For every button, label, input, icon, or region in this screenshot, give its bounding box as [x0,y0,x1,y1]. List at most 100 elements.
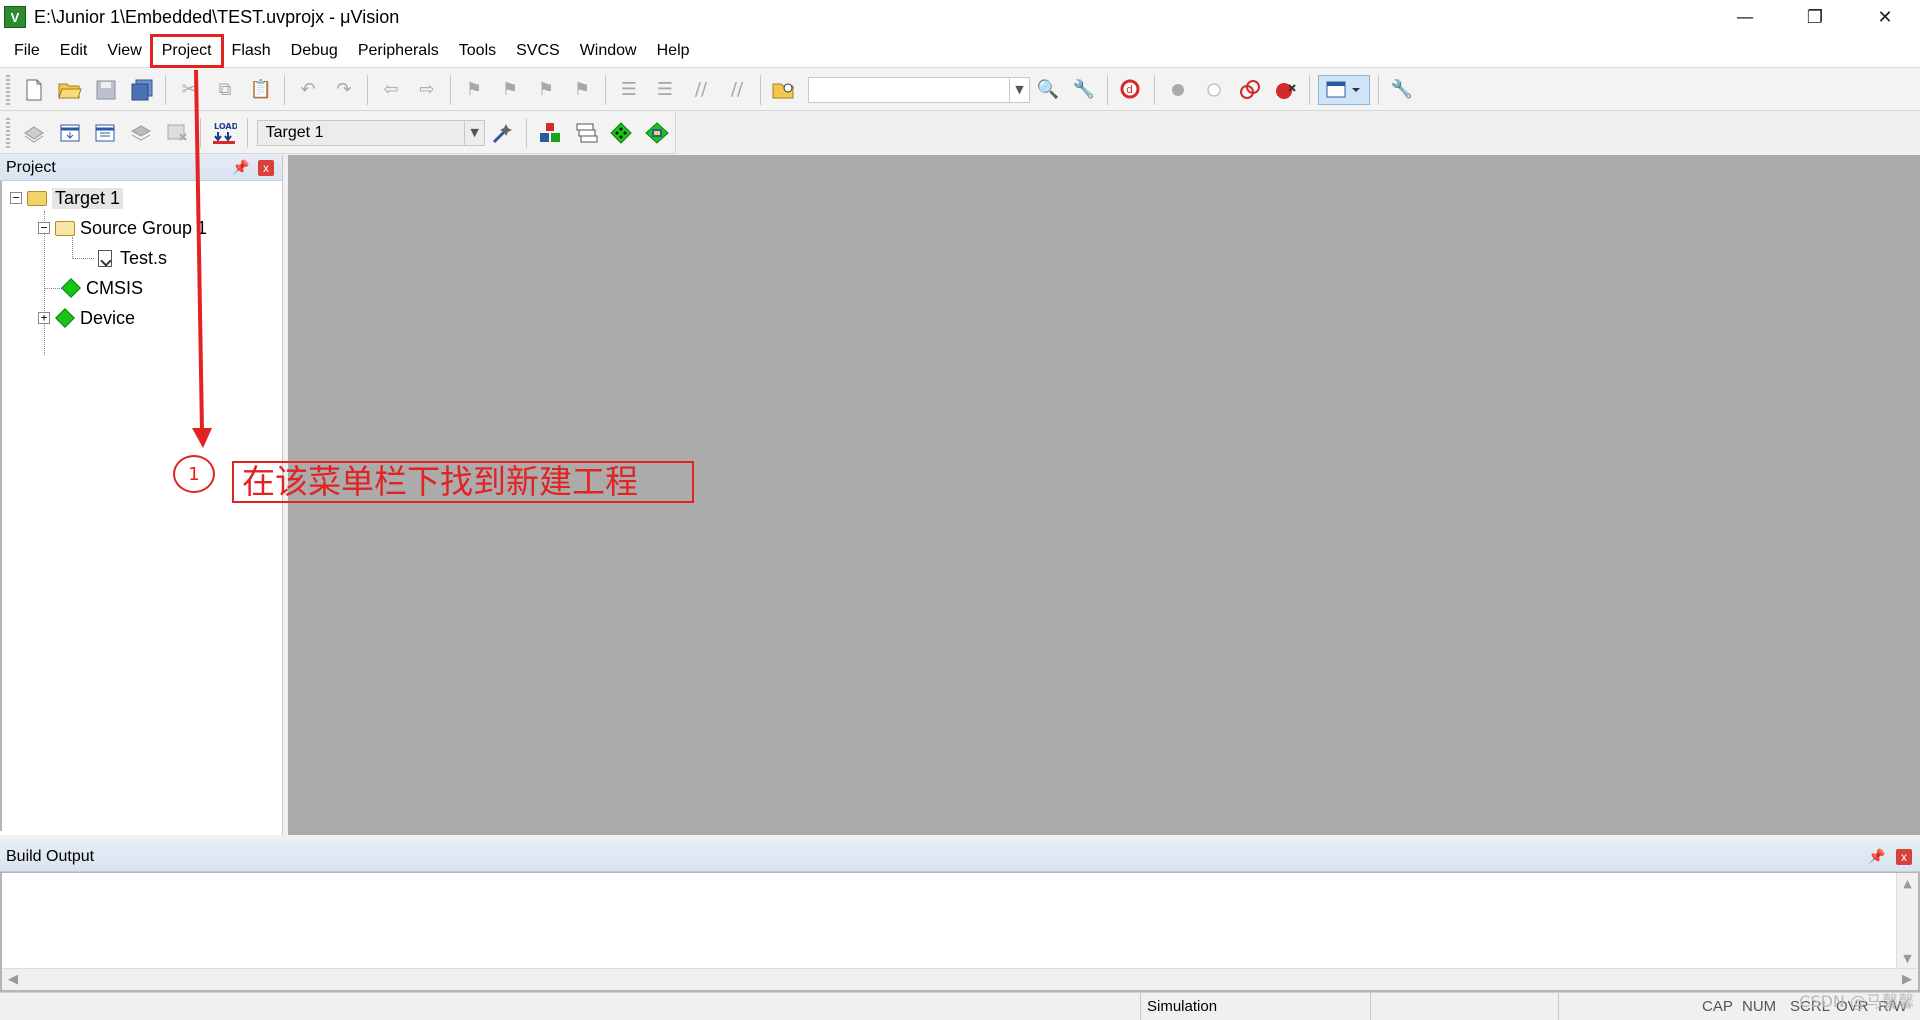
find-combo[interactable]: ▼ [808,76,1030,103]
indent-icon[interactable]: ☰ [614,75,644,105]
source-file-icon [94,249,116,267]
target-select[interactable]: Target 1 ▼ [256,119,486,146]
menu-bar: File Edit View Project Flash Debug Perip… [0,33,1920,68]
menu-window[interactable]: Window [570,36,647,66]
chevron-down-icon[interactable]: ▼ [464,120,484,145]
toolbar-separator [450,74,451,105]
chevron-down-icon[interactable]: ▼ [1009,77,1029,102]
toolbar-separator [367,74,368,105]
scroll-down-icon[interactable]: ▼ [1903,952,1911,965]
collapse-icon[interactable]: − [10,192,22,204]
save-icon[interactable] [91,75,121,105]
translate-icon[interactable] [19,118,49,148]
rebuild-icon[interactable] [91,118,121,148]
tree-item-device[interactable]: + Device [38,305,135,331]
paste-icon[interactable]: 📋 [246,75,276,105]
minimize-button[interactable]: — [1710,0,1780,34]
toolbar-grip[interactable] [6,117,10,148]
menu-peripherals[interactable]: Peripherals [348,36,449,66]
close-panel-button[interactable]: x [1896,849,1912,865]
tree-item-source-group[interactable]: − Source Group 1 [38,215,207,241]
toolbar-separator [1378,74,1379,105]
menu-debug[interactable]: Debug [281,36,348,66]
manage-components-icon[interactable] [535,118,565,148]
tree-item-cmsis[interactable]: CMSIS [60,275,143,301]
undo-icon[interactable]: ↶ [293,75,323,105]
menu-project[interactable]: Project [149,33,224,68]
bookmark-prev-icon[interactable]: ⚑ [495,75,525,105]
collapse-icon[interactable]: − [38,222,50,234]
comment-icon[interactable]: // [686,75,716,105]
build-output-text[interactable]: ▲ ▼ ◀ ▶ [0,872,1920,992]
redo-icon[interactable]: ↷ [329,75,359,105]
menu-view[interactable]: View [97,36,151,66]
menu-file[interactable]: File [4,36,50,66]
window-layout-dropdown[interactable] [1318,74,1370,105]
scroll-left-icon[interactable]: ◀ [8,972,18,987]
build-icon[interactable] [55,118,85,148]
close-panel-button[interactable]: x [258,160,274,176]
save-all-icon[interactable] [127,75,157,105]
vertical-scrollbar[interactable]: ▲ ▼ [1896,873,1918,969]
stop-build-icon[interactable] [162,118,192,148]
uncomment-icon[interactable]: // [722,75,752,105]
select-software-packs-icon[interactable] [606,118,636,148]
open-file-icon[interactable] [55,75,85,105]
tree-item-label: Device [80,307,136,328]
window-controls: — ❐ ✕ [1710,0,1920,34]
pin-icon[interactable]: 📌 [1868,848,1885,865]
caps-indicator: CAP [1702,998,1733,1015]
toolbar-separator [525,117,527,148]
scroll-right-icon[interactable]: ▶ [1902,972,1912,987]
batch-build-icon[interactable] [126,118,156,148]
breakpoint-kill-all-icon[interactable] [1271,75,1301,105]
pin-icon[interactable]: 📌 [232,159,249,176]
file-extensions-icon[interactable] [571,118,601,148]
target-options-icon[interactable] [488,118,518,148]
close-window-button[interactable]: ✕ [1850,0,1920,34]
start-debug-icon[interactable]: d [1116,75,1146,105]
breakpoint-insert-icon[interactable] [1163,75,1193,105]
target-select-value: Target 1 [265,123,324,141]
pack-installer-icon[interactable] [642,118,672,148]
expand-icon[interactable]: + [38,312,50,324]
horizontal-scrollbar[interactable]: ◀ ▶ [2,968,1918,990]
toolbar-separator [165,74,166,105]
toolbar-grip[interactable] [6,74,10,105]
tree-item-file[interactable]: Test.s [94,245,167,271]
incremental-find-icon[interactable]: 🔧 [1069,75,1099,105]
navigate-forward-icon[interactable]: ⇨ [412,75,442,105]
annotation-text: 在该菜单栏下找到新建工程 [232,461,694,503]
svg-text:LOAD: LOAD [214,122,237,131]
breakpoint-enable-icon[interactable] [1199,75,1229,105]
status-cell [1558,993,1698,1020]
menu-flash[interactable]: Flash [222,36,281,66]
toolbar-separator [246,117,248,148]
menu-tools[interactable]: Tools [449,36,506,66]
configure-wrench-icon[interactable]: 🔧 [1387,75,1417,105]
window-title: E:\Junior 1\Embedded\TEST.uvprojx - μVis… [34,6,400,27]
menu-edit[interactable]: Edit [50,36,98,66]
green-diamond-icon [54,308,76,328]
bookmark-clear-icon[interactable]: ⚑ [567,75,597,105]
download-load-icon[interactable]: LOAD [209,118,239,148]
status-bar: Simulation CAP NUM SCRL OVR R/W [0,992,1920,1020]
menu-svcs[interactable]: SVCS [506,36,570,66]
scroll-up-icon[interactable]: ▲ [1903,877,1911,890]
build-toolbar: LOAD Target 1 ▼ [0,112,676,154]
cut-icon[interactable]: ✂ [174,75,204,105]
breakpoint-disable-all-icon[interactable] [1235,75,1265,105]
tree-connector [72,258,94,259]
build-output-panel: Build Output 📌 x ▲ ▼ ◀ ▶ [0,842,1920,992]
tree-item-target[interactable]: − Target 1 [10,185,124,211]
menu-help[interactable]: Help [647,36,700,66]
navigate-back-icon[interactable]: ⇦ [376,75,406,105]
new-file-icon[interactable] [19,75,49,105]
find-icon[interactable]: 🔍 [1033,75,1063,105]
bookmark-toggle-icon[interactable]: ⚑ [459,75,489,105]
restore-button[interactable]: ❐ [1780,0,1850,34]
unindent-icon[interactable]: ☰ [650,75,680,105]
find-in-files-icon[interactable] [769,75,799,105]
bookmark-next-icon[interactable]: ⚑ [531,75,561,105]
copy-icon[interactable]: ⧉ [210,75,240,105]
